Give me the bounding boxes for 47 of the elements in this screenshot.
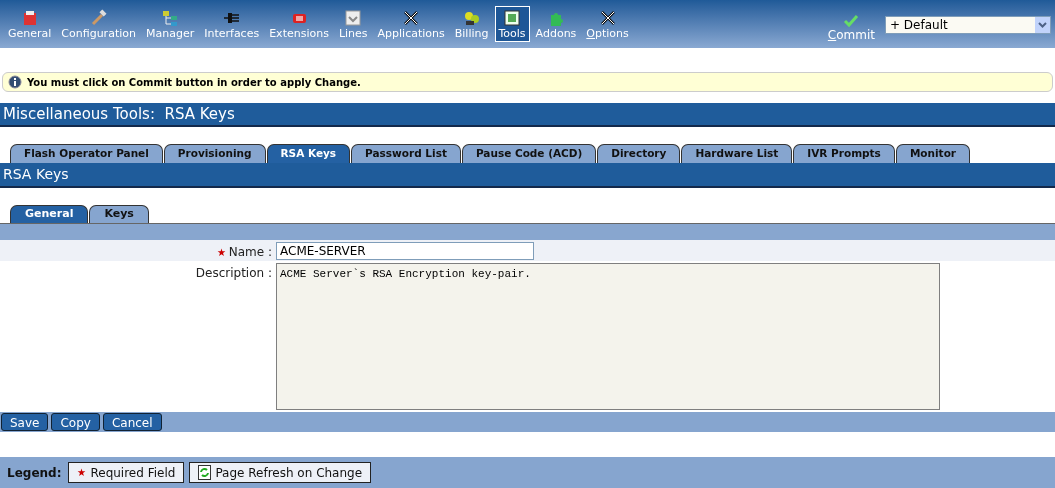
toolbar-button[interactable]: General xyxy=(4,6,56,42)
profile-select[interactable]: + Default xyxy=(885,16,1051,34)
tab[interactable]: General xyxy=(10,205,89,223)
hammer-icon xyxy=(89,9,108,27)
required-icon xyxy=(77,468,87,477)
toolbar-button[interactable]: Interfaces xyxy=(200,6,264,42)
info-icon xyxy=(8,75,22,89)
checkmark-icon xyxy=(843,14,860,28)
network-icon xyxy=(161,9,180,27)
legend-item: Required Field xyxy=(68,462,185,483)
commit-button[interactable]: Commit xyxy=(827,14,875,42)
action-button[interactable]: Save xyxy=(1,413,49,431)
action-button[interactable]: Copy xyxy=(51,413,100,431)
dropdown-icon xyxy=(1035,17,1050,33)
field-label: Description : xyxy=(195,265,272,282)
toolbar-button[interactable]: Lines xyxy=(334,6,372,42)
toolbar-button[interactable]: Options xyxy=(582,6,633,42)
field-label: Name : xyxy=(228,244,272,261)
tab[interactable]: RSA Keys xyxy=(266,144,351,163)
toolbar-button[interactable]: Billing xyxy=(450,6,493,42)
refresh-page-icon xyxy=(198,465,212,480)
tab[interactable]: Flash Operator Panel xyxy=(10,144,163,163)
page-title: Miscellaneous Tools: RSA Keys xyxy=(0,103,1055,127)
notice-text: You must click on Commit button in order to apply Change. xyxy=(27,75,361,90)
toolbar-button[interactable]: Addons xyxy=(531,6,581,42)
toolbar-button[interactable]: Manager xyxy=(141,6,199,42)
tray-icon xyxy=(344,9,363,27)
legend-item: Page Refresh on Change xyxy=(189,462,372,483)
tab[interactable]: Keys xyxy=(89,205,149,223)
toolbar-button[interactable]: Configuration xyxy=(57,6,140,42)
description-field[interactable]: ACME Server`s RSA Encryption key-pair. xyxy=(276,263,940,410)
tab[interactable]: Provisioning xyxy=(163,144,266,163)
toolbar-button[interactable]: Applications xyxy=(373,6,449,42)
tab[interactable]: Password List xyxy=(351,144,461,163)
tab[interactable]: Monitor xyxy=(895,144,971,163)
tab[interactable]: Pause Code (ACD) xyxy=(461,144,597,163)
name-field[interactable]: ACME-SERVER xyxy=(276,242,534,260)
coins-icon xyxy=(462,9,481,27)
toolbar-button[interactable]: Tools xyxy=(494,6,530,42)
action-button[interactable]: Cancel xyxy=(102,413,162,431)
legend-label: Legend: xyxy=(7,464,62,482)
tab[interactable]: Hardware List xyxy=(681,144,793,163)
tab[interactable]: IVR Prompts xyxy=(793,144,895,163)
picture-frame-icon xyxy=(503,9,522,27)
toolbar-button[interactable]: Extensions xyxy=(265,6,333,42)
section-title: RSA Keys xyxy=(0,163,1055,188)
tab[interactable]: Directory xyxy=(597,144,681,163)
